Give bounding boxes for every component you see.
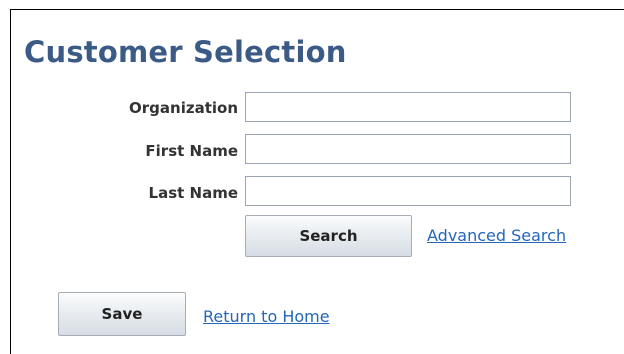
advanced-search-link[interactable]: Advanced Search xyxy=(427,228,566,244)
first-name-label: First Name xyxy=(145,142,238,160)
frame-border-top xyxy=(10,9,624,10)
last-name-input[interactable] xyxy=(245,176,571,206)
save-button[interactable]: Save xyxy=(58,292,186,336)
return-to-home-link[interactable]: Return to Home xyxy=(203,309,330,325)
frame-border-left xyxy=(10,9,11,354)
search-button[interactable]: Search xyxy=(245,215,412,257)
organization-label: Organization xyxy=(129,99,238,117)
last-name-label: Last Name xyxy=(148,184,238,202)
organization-input[interactable] xyxy=(245,92,571,122)
first-name-input[interactable] xyxy=(245,134,571,164)
page-title: Customer Selection xyxy=(24,35,347,69)
